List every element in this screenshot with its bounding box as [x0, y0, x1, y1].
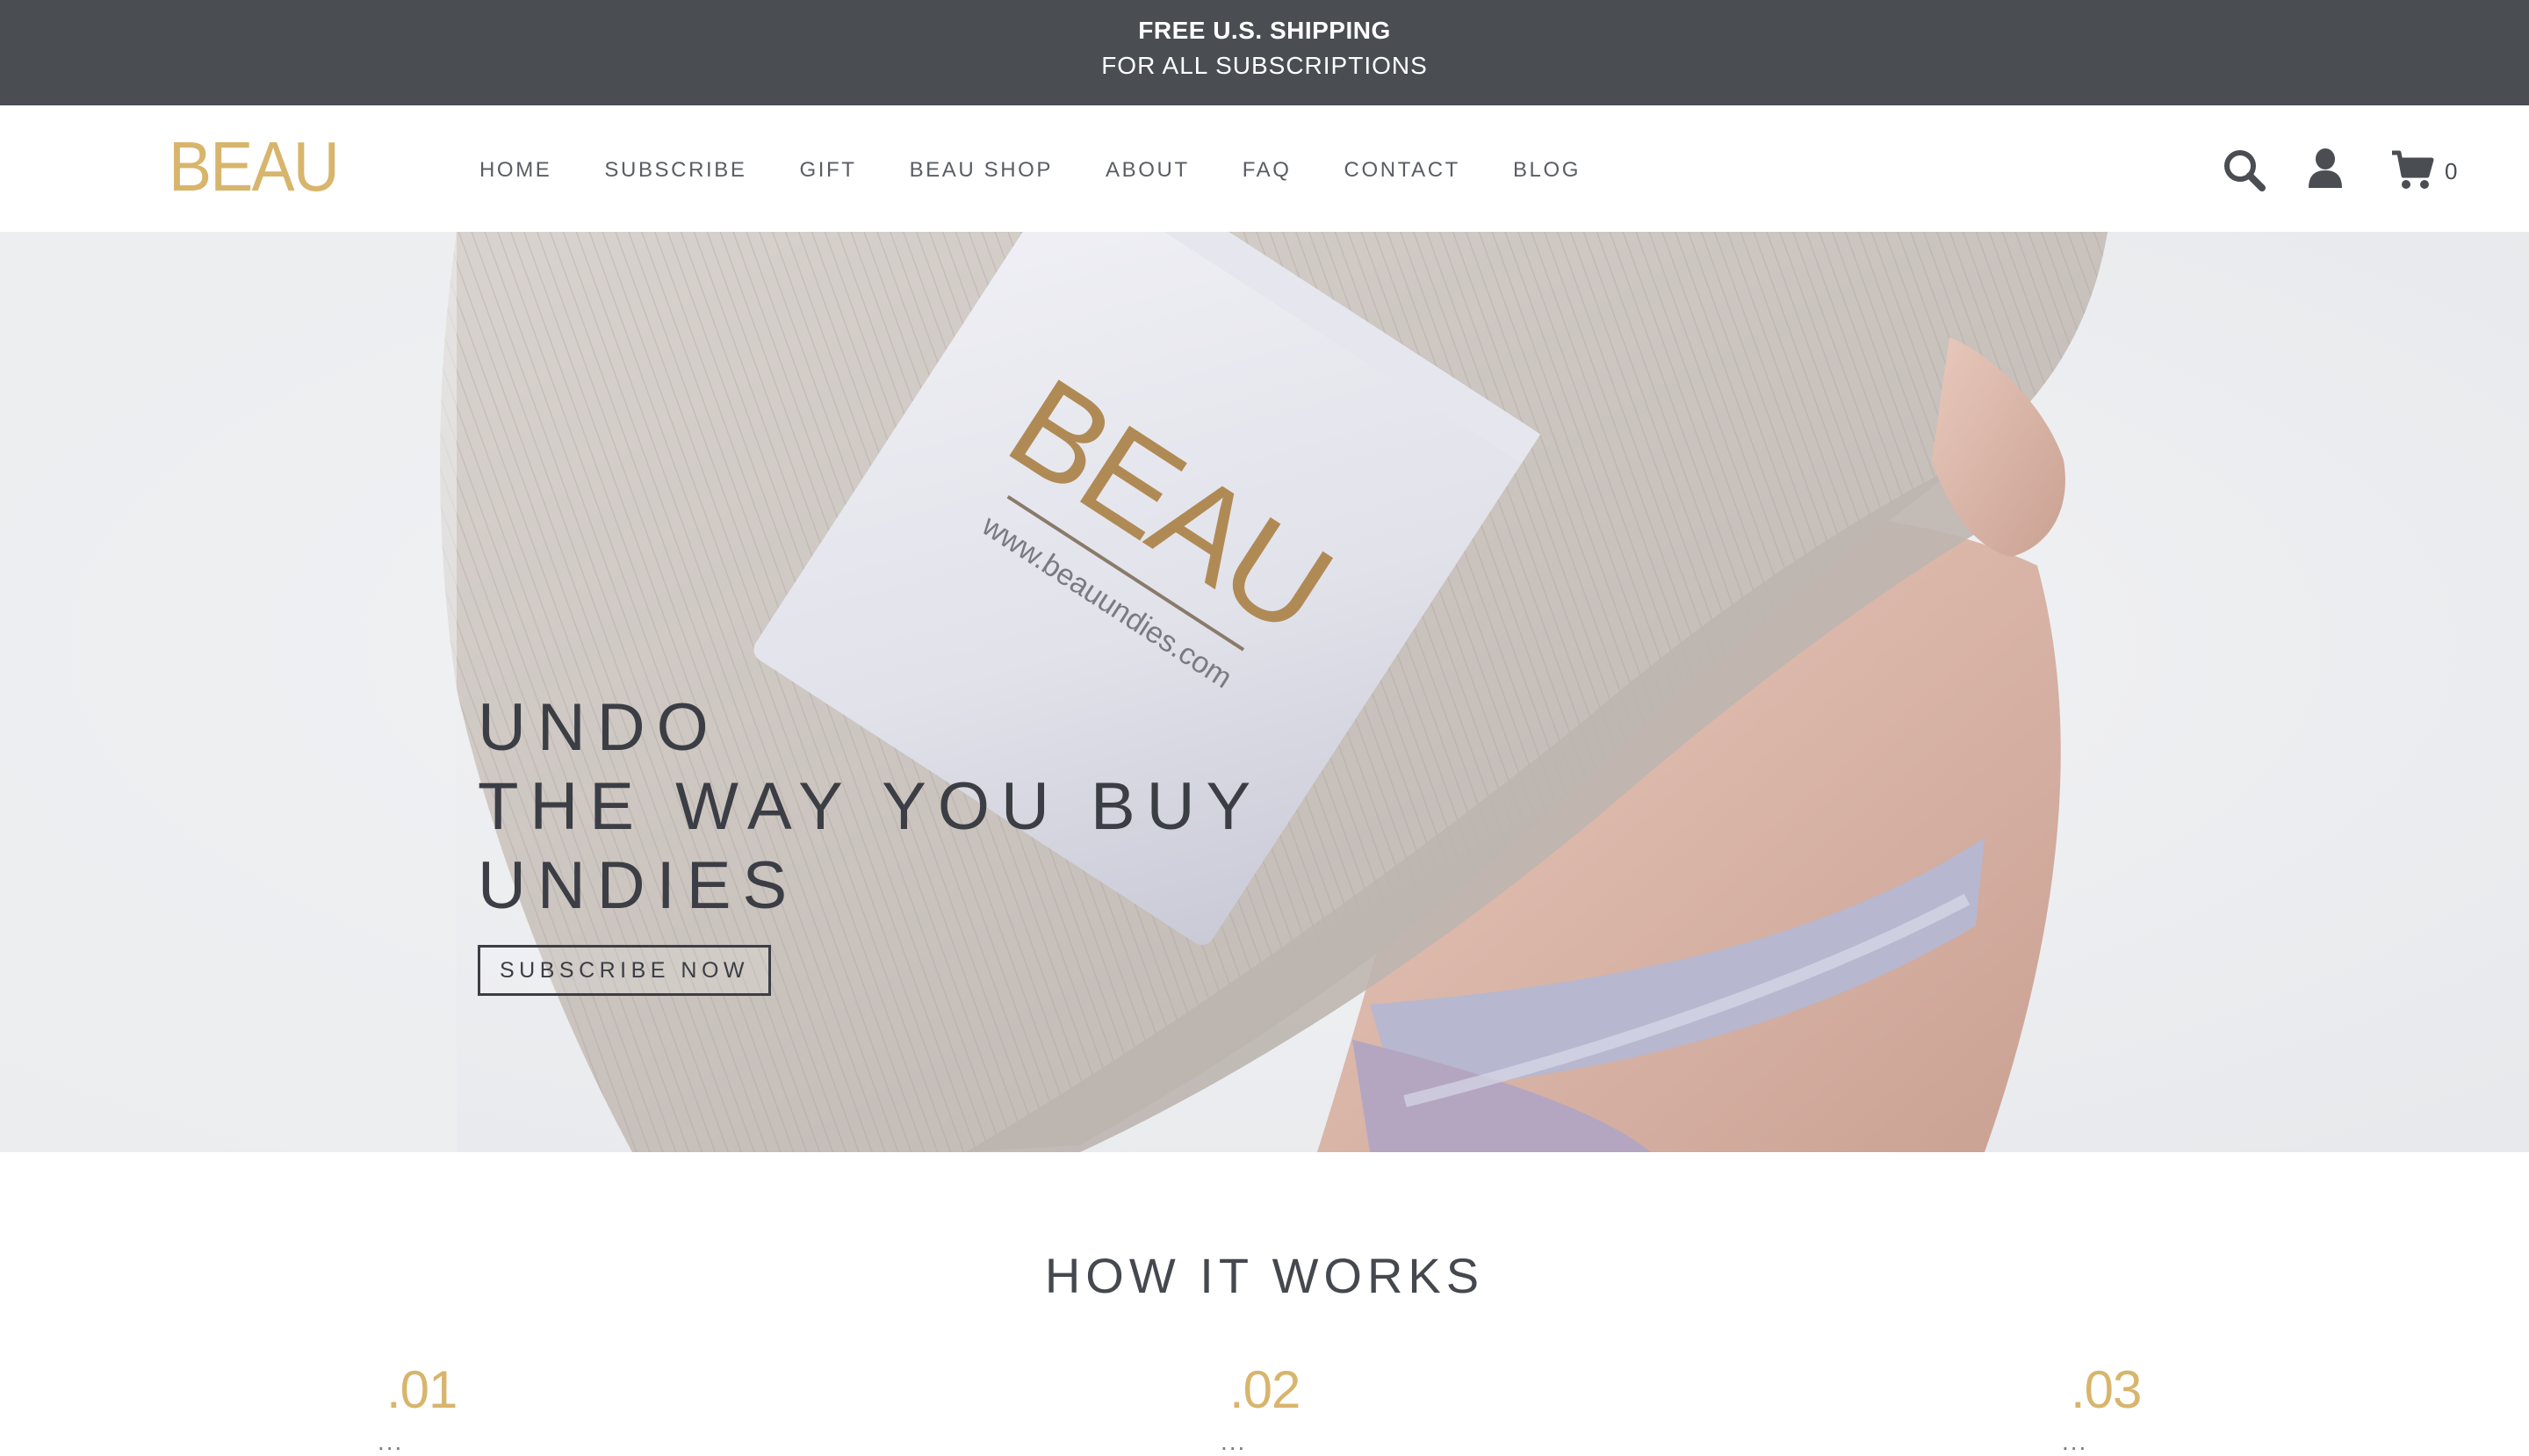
search-icon[interactable]	[2220, 146, 2269, 195]
hero-headline-line-3: UNDIES	[478, 848, 799, 923]
hero-image: BEAU www.beauundies.com	[0, 232, 2529, 1152]
nav-subscribe[interactable]: SUBSCRIBE	[604, 155, 746, 186]
step-3-text: ...	[2062, 1428, 2088, 1455]
subscribe-now-button[interactable]: SUBSCRIBE NOW	[478, 945, 771, 996]
nav-gift[interactable]: GIFT	[800, 155, 857, 186]
hero-headline-line-1: UNDO	[478, 690, 720, 765]
nav-about[interactable]: ABOUT	[1106, 155, 1190, 186]
announcement-bar: FREE U.S. SHIPPING FOR ALL SUBSCRIPTIONS	[0, 0, 2529, 105]
announcement-line-1: FREE U.S. SHIPPING	[1138, 17, 1391, 44]
cart-icon[interactable]	[2390, 149, 2434, 191]
brand-logo[interactable]: BEAU	[169, 132, 340, 202]
user-icon[interactable]	[2306, 146, 2345, 195]
step-1-text: ...	[378, 1428, 404, 1455]
nav-home[interactable]: HOME	[479, 155, 551, 186]
site-header: BEAU HOME SUBSCRIBE GIFT BEAU SHOP ABOUT…	[0, 105, 2529, 232]
step-2-number: .02	[1229, 1360, 1301, 1419]
nav-contact[interactable]: CONTACT	[1344, 155, 1460, 186]
main-nav: HOME SUBSCRIBE GIFT BEAU SHOP ABOUT FAQ …	[479, 155, 1633, 186]
step-3-number: .03	[2071, 1360, 2142, 1419]
hero-banner: BEAU www.beauundies.com UNDO THE WAY YOU…	[0, 232, 2529, 1152]
nav-beau-shop[interactable]: BEAU SHOP	[910, 155, 1053, 186]
nav-faq[interactable]: FAQ	[1243, 155, 1292, 186]
step-1-number: .01	[386, 1360, 458, 1419]
hero-headline: UNDO THE WAY YOU BUY UNDIES	[478, 688, 1262, 926]
announcement-line-2: FOR ALL SUBSCRIPTIONS	[1101, 52, 1428, 79]
nav-blog[interactable]: BLOG	[1513, 155, 1581, 186]
cart-count: 0	[2445, 158, 2458, 184]
hero-headline-line-2: THE WAY YOU BUY	[478, 769, 1263, 844]
step-2-text: ...	[1221, 1428, 1247, 1455]
how-it-works-heading: HOW IT WORKS	[1044, 1248, 1485, 1303]
